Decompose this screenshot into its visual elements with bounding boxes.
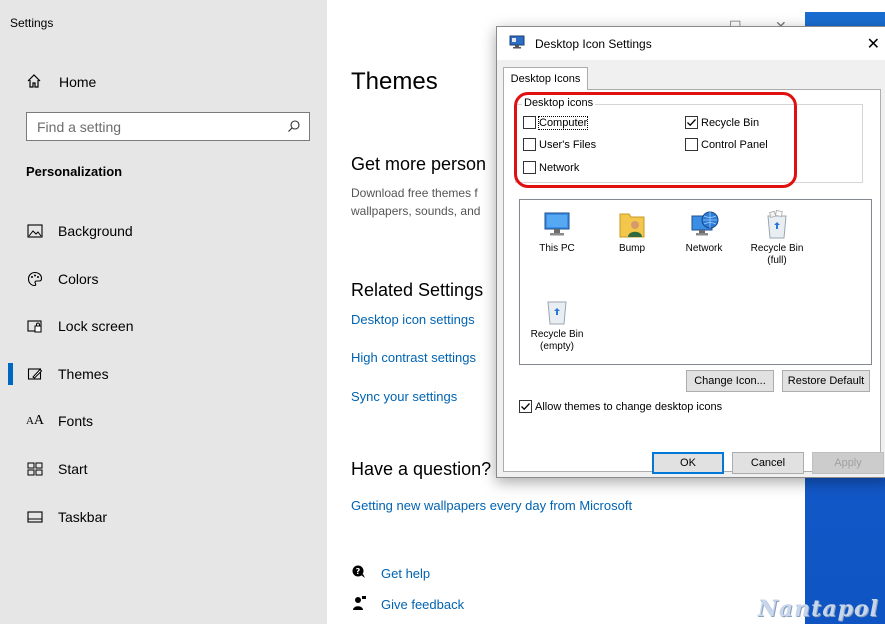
dialog-titlebar[interactable]: Desktop Icon Settings ✕	[497, 27, 885, 60]
tab-desktop-icons[interactable]: Desktop Icons	[503, 67, 588, 90]
ok-button[interactable]: OK	[652, 452, 724, 474]
home-nav-item[interactable]: Home	[26, 71, 96, 93]
icon-label: This PC	[539, 243, 575, 254]
svg-text:?: ?	[356, 567, 361, 576]
section-heading: Personalization	[26, 164, 123, 179]
home-icon	[26, 73, 42, 92]
search-input[interactable]	[37, 118, 277, 135]
search-box[interactable]	[26, 112, 310, 141]
icon-label: Recycle Bin (empty)	[530, 329, 584, 352]
brush-icon	[26, 365, 44, 383]
home-label: Home	[59, 74, 97, 90]
sidebar-item-lock-screen[interactable]: Lock screen	[0, 306, 327, 346]
sidebar-item-label: Themes	[58, 366, 109, 382]
get-help-row[interactable]: ? Get help	[351, 564, 430, 583]
dialog-close-button[interactable]: ✕	[867, 34, 880, 54]
apply-button[interactable]: Apply	[812, 452, 884, 474]
window-title: Settings	[10, 16, 54, 30]
related-settings-heading: Related Settings	[351, 280, 484, 300]
get-help-link[interactable]: Get help	[381, 566, 430, 581]
icon-label: Bump	[618, 243, 646, 254]
checkmark-icon	[521, 403, 530, 411]
restore-default-button[interactable]: Restore Default	[782, 370, 870, 392]
icon-item-bump[interactable]: Bump	[600, 206, 664, 255]
highlight-annotation	[514, 92, 797, 188]
get-more-heading: Get more person	[351, 154, 487, 174]
change-icon-button[interactable]: Change Icon...	[686, 370, 774, 392]
lock-screen-icon	[26, 317, 44, 335]
watermark: Nantapol	[757, 596, 879, 622]
icon-item-this-pc[interactable]: This PC	[525, 206, 589, 255]
icon-item-recycle-bin-empty[interactable]: Recycle Bin (empty)	[525, 292, 589, 353]
sidebar-item-colors[interactable]: Colors	[0, 259, 327, 299]
give-feedback-link[interactable]: Give feedback	[381, 597, 464, 612]
sidebar-item-background[interactable]: Background	[0, 211, 327, 251]
sidebar-item-label: Background	[58, 223, 133, 239]
icon-item-recycle-bin-full[interactable]: Recycle Bin (full)	[745, 206, 809, 267]
palette-icon	[26, 270, 44, 288]
get-more-description: Download free themes f wallpapers, sound…	[351, 186, 481, 218]
icon-label: Recycle Bin (full)	[750, 243, 804, 266]
sidebar-item-label: Start	[58, 461, 88, 477]
fonts-icon: AA	[25, 413, 45, 428]
sidebar-item-start[interactable]: Start	[0, 449, 327, 489]
checkbox-box[interactable]	[519, 400, 532, 413]
sidebar-item-fonts[interactable]: AA Fonts	[0, 401, 327, 441]
sync-settings-link[interactable]: Sync your settings	[351, 389, 457, 404]
wallpapers-link[interactable]: Getting new wallpapers every day from Mi…	[351, 498, 632, 513]
sidebar-item-label: Taskbar	[58, 509, 108, 525]
feedback-person-icon	[351, 595, 367, 614]
user-folder-icon	[600, 206, 664, 240]
sidebar-item-label: Colors	[58, 271, 99, 287]
start-icon	[26, 460, 44, 478]
recycle-bin-empty-icon	[525, 292, 589, 326]
desktop-icon-list[interactable]: This PC Bump Network Recycle Bin (full) …	[519, 199, 872, 365]
sidebar-item-label: Fonts	[58, 413, 94, 429]
cancel-button[interactable]: Cancel	[732, 452, 804, 474]
checkbox-label: Allow themes to change desktop icons	[535, 400, 723, 413]
sidebar-item-themes[interactable]: Themes	[0, 354, 327, 394]
high-contrast-settings-link[interactable]: High contrast settings	[351, 350, 476, 365]
give-feedback-row[interactable]: Give feedback	[351, 595, 464, 614]
picture-icon	[26, 222, 44, 240]
recycle-bin-full-icon	[745, 206, 809, 240]
sidebar-item-label: Lock screen	[58, 318, 134, 334]
desktop-settings-app-icon	[509, 35, 525, 52]
desktop-edge	[805, 0, 885, 12]
icon-item-network[interactable]: Network	[672, 206, 736, 255]
this-pc-icon	[525, 206, 589, 240]
network-icon	[672, 206, 736, 240]
sidebar-item-taskbar[interactable]: Taskbar	[0, 497, 327, 537]
help-chat-icon: ?	[351, 564, 367, 583]
allow-themes-checkbox[interactable]: Allow themes to change desktop icons	[519, 400, 722, 413]
dialog-title: Desktop Icon Settings	[535, 36, 652, 51]
icon-label: Network	[685, 243, 723, 254]
search-icon[interactable]	[287, 119, 301, 136]
question-heading: Have a question?	[351, 459, 492, 479]
page-title: Themes	[351, 68, 438, 95]
sidebar: Settings Home Personalization Background	[0, 0, 327, 624]
desktop-icon-settings-link[interactable]: Desktop icon settings	[351, 312, 475, 327]
taskbar-icon	[26, 508, 44, 526]
